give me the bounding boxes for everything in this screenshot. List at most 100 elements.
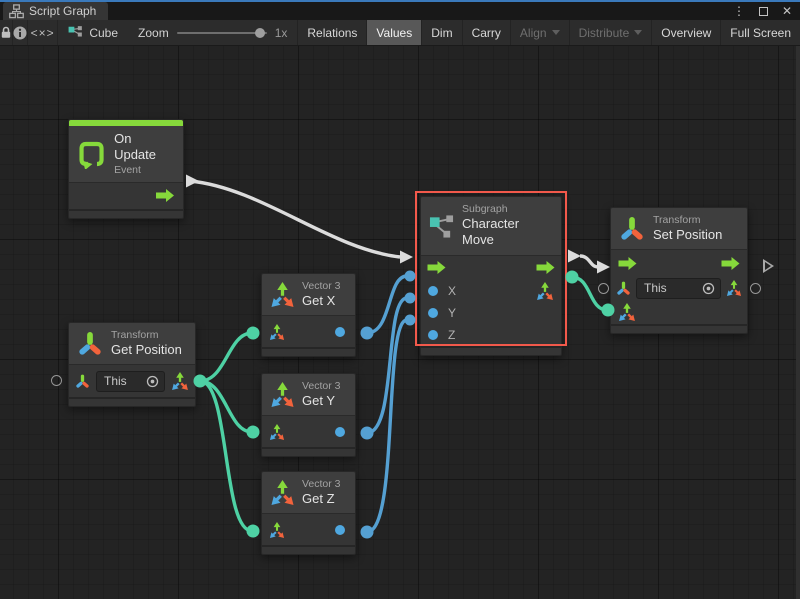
graph-toolbar: <×> Cube Zoom 1x Relations Values Dim Ca…: [0, 20, 800, 46]
wire-charactermove-to-setposition-vector: [566, 271, 615, 317]
flow-input-port[interactable]: [617, 257, 638, 270]
vector3-output-port[interactable]: [536, 282, 554, 300]
zoom-slider-knob[interactable]: [255, 28, 265, 38]
node-surtitle: Vector 3: [302, 380, 341, 393]
transform-input-port[interactable]: [75, 373, 90, 390]
lock-button[interactable]: [0, 20, 13, 45]
node-title: Get Position: [111, 342, 182, 358]
flow-output-port[interactable]: [720, 257, 741, 270]
target-picker-icon[interactable]: [702, 282, 715, 295]
this-field[interactable]: This: [96, 371, 165, 392]
node-get-y[interactable]: Vector 3 Get Y: [261, 373, 356, 457]
node-footer: [262, 347, 355, 356]
window-menu-icon[interactable]: ⋮: [733, 5, 745, 17]
flow-output-port[interactable]: [536, 261, 555, 274]
value-output-port[interactable]: [335, 327, 345, 337]
values-button[interactable]: Values: [366, 20, 421, 45]
vector3-input-port[interactable]: [618, 303, 636, 321]
distribute-button[interactable]: Distribute: [569, 20, 652, 45]
zoom-label: Zoom: [138, 26, 169, 40]
zoom-control: Zoom 1x: [128, 20, 297, 45]
on-update-icon: [77, 139, 106, 169]
vector3-output-port[interactable]: [726, 280, 742, 296]
vertical-scrollbar[interactable]: [796, 46, 800, 599]
carry-button[interactable]: Carry: [462, 20, 510, 45]
node-title: Get Z: [302, 491, 341, 507]
script-graph-window: Script Graph ⋮ ✕ <×>: [0, 0, 800, 599]
chevron-down-icon: [552, 30, 560, 35]
target-label: Cube: [89, 26, 118, 40]
fullscreen-button[interactable]: Full Screen: [720, 20, 800, 45]
graph-icon: [9, 4, 24, 19]
maximize-icon[interactable]: [759, 7, 768, 16]
node-title: Get Y: [302, 393, 341, 409]
port-label-x: X: [448, 284, 456, 298]
port-label-y: Y: [448, 306, 456, 320]
vector3-icon: [270, 479, 295, 506]
node-surtitle: Vector 3: [302, 280, 341, 293]
value-output-port[interactable]: [335, 525, 345, 535]
graph-canvas[interactable]: On Update Event Transform Get Position: [0, 46, 800, 599]
wire-gety-to-charactermove-y: [361, 293, 416, 440]
dim-button[interactable]: Dim: [421, 20, 461, 45]
unconnected-output-marker: [750, 283, 761, 294]
wire-getz-to-charactermove-z: [361, 315, 416, 539]
value-output-port[interactable]: [335, 427, 345, 437]
flow-input-port[interactable]: [427, 261, 446, 274]
vector3-input-port[interactable]: [269, 324, 285, 340]
transform-input-port[interactable]: [616, 280, 631, 297]
transform-icon: [619, 216, 645, 242]
node-title: Set Position: [653, 227, 722, 243]
node-get-z[interactable]: Vector 3 Get Z: [261, 471, 356, 555]
node-footer: [69, 209, 183, 218]
wire-getposition-to-getz: [200, 381, 260, 538]
align-button[interactable]: Align: [510, 20, 569, 45]
value-input-port-y[interactable]: [428, 308, 438, 318]
wire-charactermove-to-setposition: [568, 250, 610, 274]
node-on-update[interactable]: On Update Event: [68, 119, 184, 219]
tab-bar: Script Graph ⋮ ✕: [0, 2, 800, 20]
this-field[interactable]: This: [636, 278, 721, 299]
node-character-move[interactable]: Subgraph Character Move X Y Z: [420, 196, 562, 356]
node-surtitle: Vector 3: [302, 478, 341, 491]
node-set-position[interactable]: Transform Set Position This: [610, 207, 748, 334]
node-footer: [421, 346, 561, 355]
zoom-value: 1x: [275, 26, 288, 40]
wire-onupdate-to-charactermove: [186, 175, 413, 264]
lock-icon: [0, 26, 12, 39]
unconnected-flow-marker: [764, 259, 775, 273]
node-get-x[interactable]: Vector 3 Get X: [261, 273, 356, 357]
wire-getposition-to-getx: [194, 327, 260, 388]
node-get-position[interactable]: Transform Get Position This: [68, 322, 196, 407]
toolbar-buttons: Relations Values Dim Carry Align Distrib…: [297, 20, 800, 45]
vector3-input-port[interactable]: [269, 424, 285, 440]
flow-output-port[interactable]: [156, 189, 174, 202]
wire-getx-to-charactermove-x: [361, 271, 416, 340]
code-icon: <×>: [31, 26, 55, 40]
tab-script-graph[interactable]: Script Graph: [3, 2, 108, 20]
node-title: On Update: [114, 131, 175, 164]
code-view-button[interactable]: <×>: [28, 20, 58, 45]
node-surtitle: Subgraph: [462, 203, 551, 216]
value-input-port-z[interactable]: [428, 330, 438, 340]
unconnected-input-marker: [598, 283, 609, 294]
zoom-slider[interactable]: [177, 32, 267, 34]
vector3-input-port[interactable]: [269, 522, 285, 538]
tab-title: Script Graph: [29, 4, 96, 18]
graph-target[interactable]: Cube: [58, 20, 128, 45]
node-footer: [69, 397, 195, 406]
relations-button[interactable]: Relations: [297, 20, 366, 45]
overview-button[interactable]: Overview: [651, 20, 720, 45]
node-surtitle: Transform: [111, 329, 182, 342]
node-subtitle: Event: [114, 164, 175, 177]
subgraph-icon: [429, 213, 454, 239]
graph-pointer-icon: [68, 25, 83, 40]
value-input-port-x[interactable]: [428, 286, 438, 296]
node-footer: [262, 545, 355, 554]
vector3-icon: [270, 381, 295, 408]
vector3-icon: [270, 281, 295, 308]
vector3-output-port[interactable]: [171, 372, 189, 390]
target-picker-icon[interactable]: [146, 375, 159, 388]
info-button[interactable]: [13, 20, 28, 45]
close-icon[interactable]: ✕: [782, 5, 792, 17]
